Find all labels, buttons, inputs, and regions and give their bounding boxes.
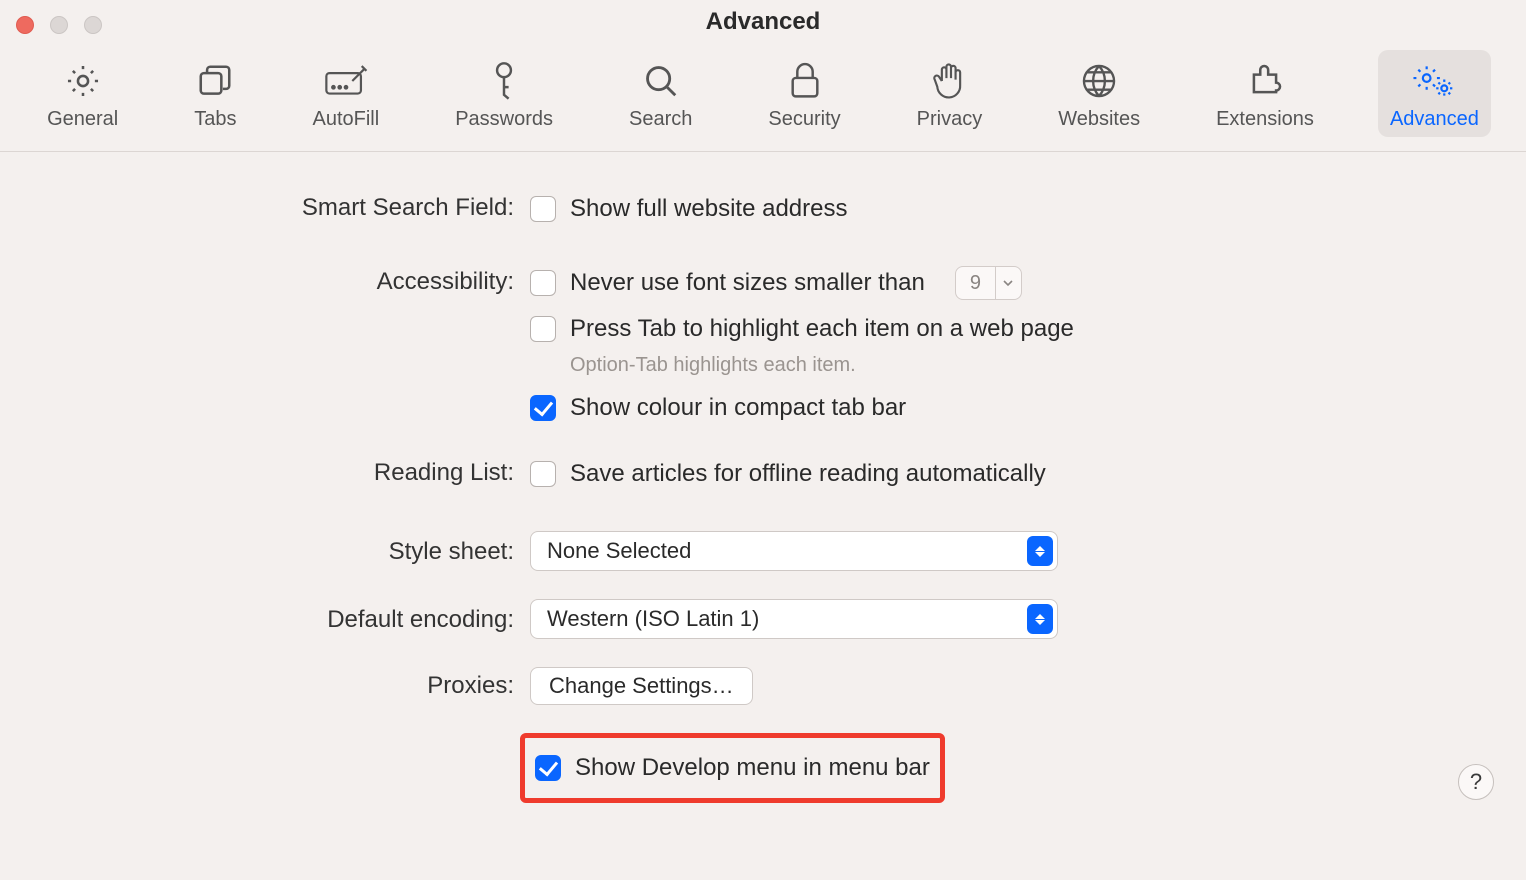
tab-websites[interactable]: Websites	[1046, 50, 1152, 137]
tab-search[interactable]: Search	[617, 50, 704, 137]
change-settings-button[interactable]: Change Settings…	[530, 667, 753, 705]
develop-section: Show Develop menu in menu bar	[0, 733, 1526, 803]
minimize-window-icon[interactable]	[50, 16, 68, 34]
chevron-down-icon	[995, 267, 1021, 299]
checkbox-label: Save articles for offline reading automa…	[570, 460, 1046, 488]
tab-general[interactable]: General	[35, 50, 130, 137]
gear-icon	[64, 60, 102, 102]
window-controls	[16, 16, 102, 34]
checkbox-label: Show Develop menu in menu bar	[575, 754, 930, 782]
style-sheet-section: Style sheet: None Selected	[0, 531, 1526, 571]
tab-label: Privacy	[917, 108, 983, 131]
tab-label: General	[47, 108, 118, 131]
show-full-address-checkbox[interactable]	[530, 196, 556, 222]
tabs-icon	[196, 60, 234, 102]
advanced-pane: Smart Search Field: Show full website ad…	[0, 152, 1526, 803]
section-label: Style sheet:	[0, 531, 530, 567]
titlebar: Advanced	[0, 0, 1526, 44]
tab-autofill[interactable]: AutoFill	[300, 50, 391, 137]
tab-label: Advanced	[1390, 108, 1479, 131]
checkbox-label: Never use font sizes smaller than	[570, 269, 925, 297]
gears-icon	[1412, 60, 1456, 102]
section-label: Reading List:	[0, 457, 530, 488]
tab-label: Search	[629, 108, 692, 131]
checkbox-label: Show colour in compact tab bar	[570, 394, 906, 422]
tab-privacy[interactable]: Privacy	[905, 50, 995, 137]
tab-label: Tabs	[194, 108, 236, 131]
font-size-stepper[interactable]: 9	[955, 266, 1022, 300]
pencil-box-icon	[324, 60, 368, 102]
globe-icon	[1080, 60, 1118, 102]
encoding-section: Default encoding: Western (ISO Latin 1)	[0, 599, 1526, 639]
help-button[interactable]: ?	[1458, 764, 1494, 800]
tab-security[interactable]: Security	[756, 50, 852, 137]
preferences-window: Advanced General Tabs AutoFill Passwords	[0, 0, 1526, 880]
tab-label: Websites	[1058, 108, 1140, 131]
smart-search-section: Smart Search Field: Show full website ad…	[0, 192, 1526, 238]
compact-tab-colour-checkbox[interactable]	[530, 395, 556, 421]
updown-arrows-icon	[1027, 536, 1053, 566]
offline-reading-checkbox[interactable]	[530, 461, 556, 487]
tab-advanced[interactable]: Advanced	[1378, 50, 1491, 137]
tab-label: AutoFill	[312, 108, 379, 131]
encoding-select[interactable]: Western (ISO Latin 1)	[530, 599, 1058, 639]
hand-icon	[931, 60, 967, 102]
select-value: Western (ISO Latin 1)	[547, 606, 759, 632]
tab-tabs[interactable]: Tabs	[182, 50, 248, 137]
select-value: None Selected	[547, 538, 691, 564]
hint-text: Option-Tab highlights each item.	[570, 354, 1526, 377]
tab-extensions[interactable]: Extensions	[1204, 50, 1326, 137]
checkbox-label: Press Tab to highlight each item on a we…	[570, 315, 1074, 343]
section-label: Default encoding:	[0, 599, 530, 635]
reading-list-section: Reading List: Save articles for offline …	[0, 457, 1526, 503]
key-icon	[487, 60, 521, 102]
preferences-toolbar: General Tabs AutoFill Passwords Search	[0, 44, 1526, 152]
min-font-size-checkbox[interactable]	[530, 270, 556, 296]
tab-passwords[interactable]: Passwords	[443, 50, 565, 137]
lock-icon	[788, 60, 822, 102]
help-icon: ?	[1470, 769, 1482, 795]
tab-label: Extensions	[1216, 108, 1314, 131]
puzzle-icon	[1246, 60, 1284, 102]
tab-highlight-checkbox[interactable]	[530, 316, 556, 342]
section-label: Proxies:	[0, 667, 530, 701]
style-sheet-select[interactable]: None Selected	[530, 531, 1058, 571]
highlight-annotation: Show Develop menu in menu bar	[520, 733, 945, 803]
close-window-icon[interactable]	[16, 16, 34, 34]
zoom-window-icon[interactable]	[84, 16, 102, 34]
button-label: Change Settings…	[549, 673, 734, 699]
show-develop-menu-checkbox[interactable]	[535, 755, 561, 781]
updown-arrows-icon	[1027, 604, 1053, 634]
section-label: Accessibility:	[0, 266, 530, 297]
proxies-section: Proxies: Change Settings…	[0, 667, 1526, 705]
section-label	[0, 733, 530, 734]
checkbox-label: Show full website address	[570, 195, 847, 223]
section-label: Smart Search Field:	[0, 192, 530, 223]
accessibility-section: Accessibility: Never use font sizes smal…	[0, 266, 1526, 437]
font-size-value: 9	[956, 272, 995, 295]
search-icon	[642, 60, 680, 102]
tab-label: Passwords	[455, 108, 553, 131]
window-title: Advanced	[0, 0, 1526, 44]
tab-label: Security	[768, 108, 840, 131]
